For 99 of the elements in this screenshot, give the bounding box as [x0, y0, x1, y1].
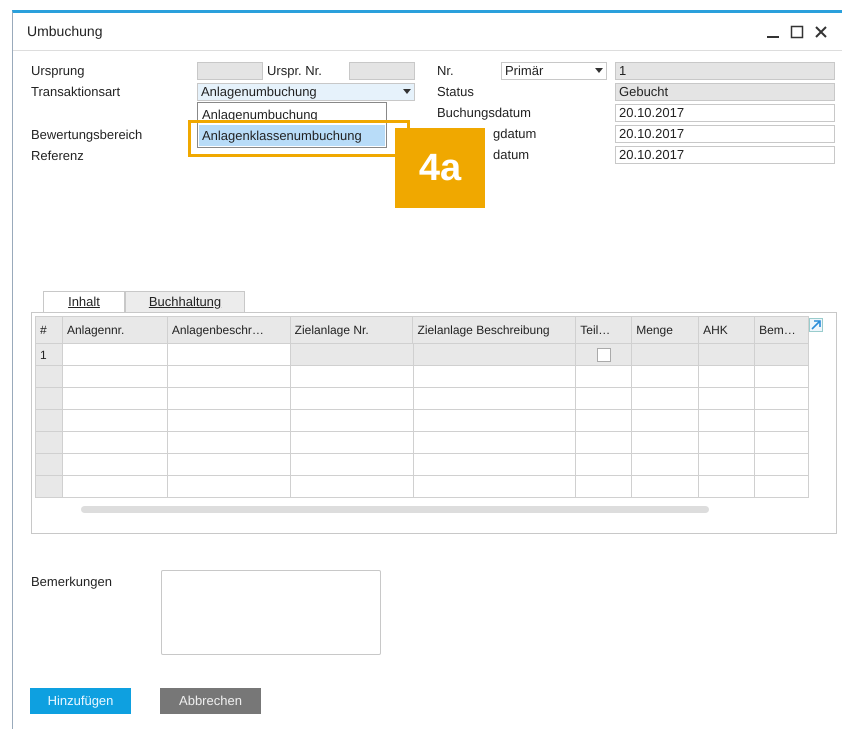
table-cell[interactable]	[576, 454, 632, 476]
table-cell[interactable]	[576, 432, 632, 454]
value-field[interactable]: Gebucht	[615, 82, 835, 100]
table-cell[interactable]	[168, 454, 291, 476]
expand-icon[interactable]	[809, 318, 823, 332]
table-cell[interactable]	[632, 410, 700, 432]
table-cell[interactable]	[632, 454, 700, 476]
table-cell[interactable]	[576, 366, 632, 388]
table-cell[interactable]	[576, 388, 632, 410]
table-cell[interactable]	[632, 344, 700, 366]
field-label: Status	[437, 82, 475, 101]
table-cell[interactable]	[699, 388, 756, 410]
table-cell[interactable]	[632, 366, 700, 388]
remarks-field[interactable]	[161, 570, 381, 655]
table-cell[interactable]	[755, 476, 810, 498]
value-field[interactable]: 20.10.2017	[615, 124, 835, 142]
table-cell[interactable]	[632, 432, 700, 454]
table-cell[interactable]	[290, 410, 414, 432]
table-cell[interactable]	[290, 454, 414, 476]
table-cell[interactable]	[62, 432, 168, 454]
scrollbar[interactable]	[81, 506, 709, 513]
table-cell[interactable]	[290, 366, 414, 388]
table-cell[interactable]	[62, 454, 168, 476]
table-cell[interactable]	[755, 454, 810, 476]
table-cell[interactable]	[699, 454, 756, 476]
close-icon[interactable]	[814, 24, 828, 38]
table-cell[interactable]	[62, 388, 168, 410]
dropdown-option[interactable]: Anlagenumbuchung	[199, 104, 385, 125]
table-cell[interactable]	[755, 410, 810, 432]
table-cell[interactable]	[36, 410, 63, 432]
table-cell[interactable]	[576, 344, 632, 366]
table-cell[interactable]	[168, 366, 291, 388]
table-cell[interactable]	[62, 344, 168, 366]
step-badge: 4a	[395, 128, 485, 208]
table-cell[interactable]	[168, 432, 291, 454]
maximize-icon[interactable]	[790, 24, 804, 38]
field-label: Buchungsdatum	[437, 104, 532, 122]
origin-number-field[interactable]	[349, 62, 415, 80]
table-cell[interactable]	[699, 366, 756, 388]
table-cell[interactable]	[576, 410, 632, 432]
field-label: Transaktionsart	[31, 82, 122, 101]
table-cell[interactable]: 1	[36, 344, 63, 366]
value-field[interactable]: 20.10.2017	[615, 146, 835, 164]
table-cell[interactable]	[632, 476, 700, 498]
table-cell[interactable]	[290, 476, 414, 498]
field-label: Bemerkungen	[31, 573, 113, 591]
table-cell[interactable]	[699, 476, 756, 498]
table-cell[interactable]	[414, 410, 576, 432]
table-cell[interactable]	[755, 366, 810, 388]
value-field[interactable]: 1	[615, 62, 835, 80]
dropdown-arrow-icon	[595, 68, 603, 73]
transaction-type-dropdown[interactable]: Anlagenumbuchung	[197, 82, 415, 100]
table-cell[interactable]	[168, 344, 291, 366]
table-cell[interactable]	[414, 476, 576, 498]
field-label: Ursprung	[31, 62, 86, 80]
table-cell[interactable]	[699, 344, 756, 366]
table-cell[interactable]	[414, 366, 576, 388]
table-cell[interactable]	[62, 366, 168, 388]
button[interactable]: Abbrechen	[160, 688, 261, 714]
tab[interactable]: Inhalt	[43, 291, 125, 312]
tab[interactable]: Buchhaltung	[125, 291, 245, 312]
table-cell[interactable]	[36, 432, 63, 454]
table-cell[interactable]	[168, 476, 291, 498]
table-cell[interactable]	[699, 410, 756, 432]
field-label: Referenz	[31, 146, 84, 165]
table-cell[interactable]	[36, 388, 63, 410]
value-field[interactable]: 20.10.2017	[615, 104, 835, 122]
table-cell[interactable]	[414, 388, 576, 410]
table-cell[interactable]	[168, 410, 291, 432]
table-cell[interactable]	[699, 432, 756, 454]
dropdown-arrow-icon	[403, 89, 411, 94]
table-cell[interactable]	[36, 454, 63, 476]
dropdown-option[interactable]: Anlagenklassenumbuchung	[199, 125, 385, 146]
origin-field[interactable]	[197, 62, 263, 80]
table-cell[interactable]	[414, 454, 576, 476]
checkbox[interactable]	[596, 348, 611, 362]
table-cell[interactable]	[168, 388, 291, 410]
table-cell[interactable]	[414, 344, 576, 366]
field-label: datum	[492, 146, 530, 164]
table-cell[interactable]	[36, 476, 63, 498]
field-label: gdatum	[492, 124, 538, 143]
row-number: 1	[40, 346, 47, 364]
table-cell[interactable]	[62, 476, 168, 498]
field-label: Bewertungsbereich	[31, 126, 142, 144]
table-cell[interactable]	[755, 344, 810, 366]
table-cell[interactable]	[632, 388, 700, 410]
field-label: Nr.	[437, 62, 455, 80]
series-dropdown[interactable]: Primär	[501, 62, 607, 80]
table-cell[interactable]	[290, 432, 414, 454]
field-label: Urspr. Nr.	[266, 62, 323, 80]
table-cell[interactable]	[62, 410, 168, 432]
table-cell[interactable]	[414, 432, 576, 454]
table-cell[interactable]	[576, 476, 632, 498]
table-cell[interactable]	[36, 366, 63, 388]
table-cell[interactable]	[290, 388, 414, 410]
table-cell[interactable]	[755, 388, 810, 410]
table-cell[interactable]	[290, 344, 414, 366]
window-title: Umbuchung	[27, 22, 104, 41]
table-cell[interactable]	[755, 432, 810, 454]
